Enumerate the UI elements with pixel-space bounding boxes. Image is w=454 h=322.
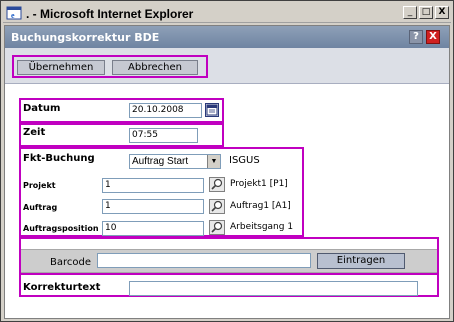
- help-button[interactable]: ?: [409, 30, 423, 44]
- auftragsposition-result: Arbeitsgang 1: [230, 222, 294, 232]
- minimize-button[interactable]: _: [403, 6, 417, 19]
- auftrag-search-icon[interactable]: [209, 199, 225, 214]
- zeit-label: Zeit: [23, 127, 46, 138]
- projekt-result: Projekt1 [P1]: [230, 179, 288, 189]
- app-header: Buchungskorrektur BDE ? X: [5, 26, 449, 48]
- zeit-input[interactable]: 07:55: [129, 128, 198, 143]
- projekt-search-icon[interactable]: [209, 177, 225, 192]
- eintragen-button[interactable]: Eintragen: [317, 253, 405, 269]
- close-button[interactable]: X: [426, 30, 440, 44]
- auftragsposition-label: Auftragsposition: [23, 224, 99, 233]
- datum-input[interactable]: 20.10.2008: [129, 103, 202, 118]
- toolbar-highlight-frame: Übernehmen Abbrechen: [12, 55, 208, 78]
- toolbar: Übernehmen Abbrechen: [5, 48, 449, 84]
- projekt-label: Projekt: [23, 181, 56, 190]
- maximize-button[interactable]: □: [419, 6, 433, 19]
- window-title: . - Microsoft Internet Explorer: [26, 7, 194, 21]
- auftrag-result: Auftrag1 [A1]: [230, 201, 291, 211]
- window-titlebar: e . - Microsoft Internet Explorer _ □ X: [3, 3, 451, 23]
- browser-window: e . - Microsoft Internet Explorer _ □ X …: [0, 0, 454, 322]
- auftragsposition-input[interactable]: 10: [102, 221, 204, 236]
- auftrag-input[interactable]: 1: [102, 199, 204, 214]
- calendar-icon[interactable]: [205, 103, 219, 117]
- fkt-buchung-suffix: ISGUS: [229, 155, 260, 166]
- barcode-divider: [21, 273, 437, 275]
- fkt-buchung-selected: Auftrag Start: [132, 156, 189, 167]
- datum-label: Datum: [23, 103, 61, 114]
- korrekturtext-input[interactable]: [129, 281, 418, 296]
- cancel-button[interactable]: Abbrechen: [112, 60, 198, 75]
- barcode-label: Barcode: [50, 257, 91, 268]
- auftragsposition-search-icon[interactable]: [209, 220, 225, 235]
- window-close-button[interactable]: X: [435, 6, 449, 19]
- accept-button[interactable]: Übernehmen: [17, 60, 105, 75]
- fkt-buchung-select[interactable]: Auftrag Start ▼: [129, 154, 221, 169]
- page-content: Buchungskorrektur BDE ? X Übernehmen Abb…: [4, 25, 450, 319]
- ie-icon: e: [6, 5, 22, 21]
- auftrag-label: Auftrag: [23, 203, 58, 212]
- svg-text:e: e: [11, 11, 15, 20]
- chevron-down-icon[interactable]: ▼: [207, 155, 220, 168]
- projekt-input[interactable]: 1: [102, 178, 204, 193]
- page-title: Buchungskorrektur BDE: [11, 31, 160, 44]
- korrekturtext-label: Korrekturtext: [23, 282, 101, 293]
- barcode-input[interactable]: [97, 253, 311, 268]
- fkt-buchung-label: Fkt-Buchung: [23, 153, 95, 164]
